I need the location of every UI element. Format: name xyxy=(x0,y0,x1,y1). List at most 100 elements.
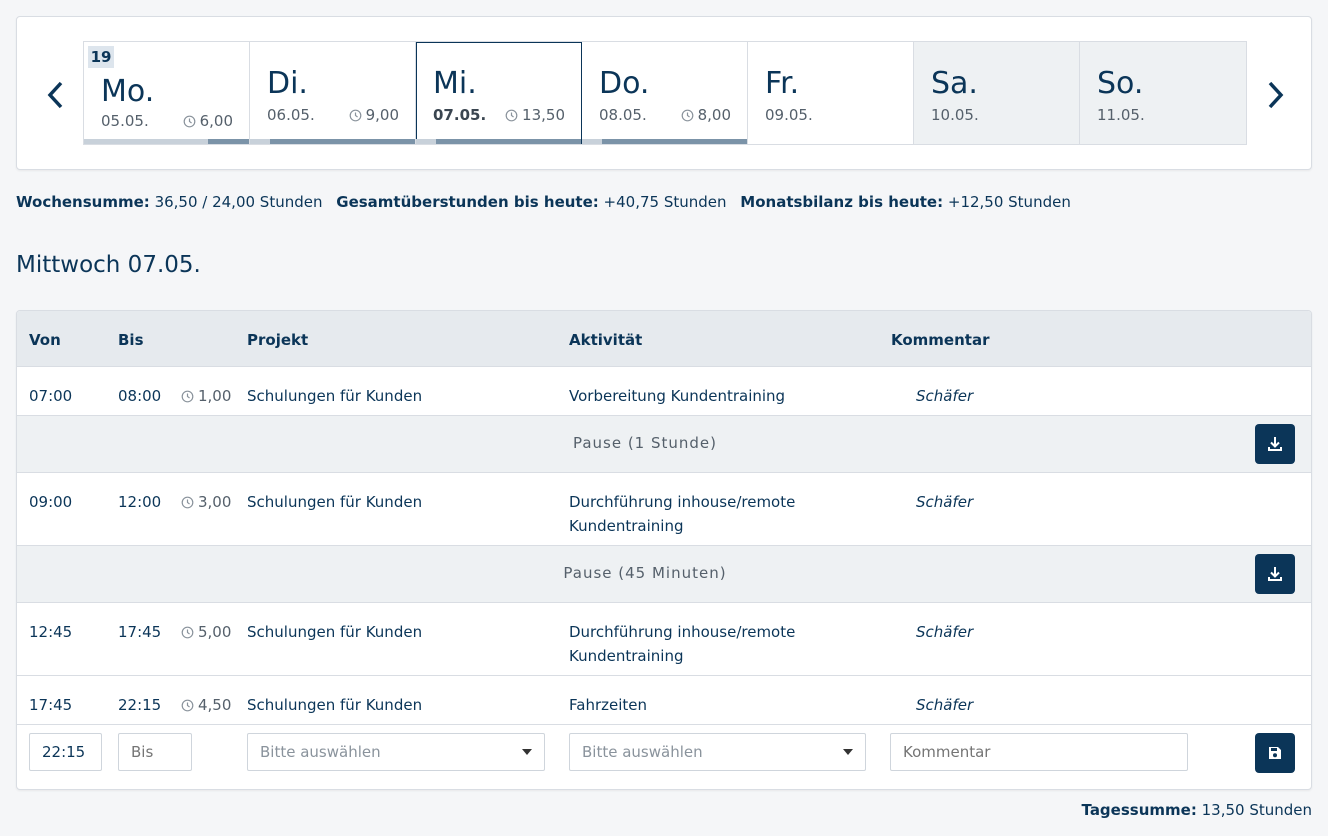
table-header: Von Bis Projekt Aktivität Kommentar xyxy=(17,311,1311,367)
day-total: Tagessumme: 13,50 Stunden xyxy=(1082,801,1312,819)
next-week-button[interactable] xyxy=(1260,75,1290,115)
month-balance: Monatsbilanz bis heute: +12,50 Stunden xyxy=(740,193,1071,211)
column-header-project: Projekt xyxy=(247,331,309,349)
day-progress-fill xyxy=(435,139,581,144)
day-hours-value: 9,00 xyxy=(365,106,399,124)
entry-to: 22:15 xyxy=(118,696,162,714)
entry-project: Schulungen für Kunden xyxy=(247,493,423,511)
day-tile-thursday[interactable]: Do. 08.05. 8,00 xyxy=(582,42,748,144)
day-tile-monday[interactable]: 19 Mo. 05.05. 6,00 xyxy=(84,42,250,144)
calendar-week-badge: 19 xyxy=(88,46,114,68)
week-sum-label: Wochensumme: xyxy=(16,193,150,211)
table-row[interactable]: 12:45 17:45 5,00 Schulungen für Kunden D… xyxy=(17,603,1311,676)
table-row[interactable]: 09:00 12:00 3,00 Schulungen für Kunden D… xyxy=(17,473,1311,546)
table-row[interactable]: 07:00 08:00 1,00 Schulungen für Kunden V… xyxy=(17,367,1311,416)
to-time-input[interactable] xyxy=(118,733,192,771)
column-header-from: Von xyxy=(29,331,61,349)
column-header-activity: Aktivität xyxy=(569,331,643,349)
entry-activity: Vorbereitung Kundentraining xyxy=(569,387,786,405)
entry-duration: 5,00 xyxy=(181,620,231,644)
day-date: 08.05. xyxy=(599,106,647,124)
day-hours-value: 13,50 xyxy=(522,106,565,124)
clock-icon xyxy=(183,115,195,127)
clock-icon xyxy=(181,390,194,402)
day-hours: 6,00 xyxy=(183,112,233,130)
day-name: Mi. xyxy=(433,66,477,101)
activity-select-placeholder: Bitte auswählen xyxy=(582,743,703,761)
download-icon xyxy=(1268,437,1282,451)
day-tile-friday[interactable]: Fr. 09.05. xyxy=(748,42,914,144)
overtime-label: Gesamtüberstunden bis heute: xyxy=(336,193,599,211)
day-strip: 19 Mo. 05.05. 6,00 Di. 06.05. 9,00 Mi. 0… xyxy=(83,41,1247,145)
month-balance-value: +12,50 Stunden xyxy=(947,193,1071,211)
clock-icon xyxy=(181,699,194,711)
day-name: So. xyxy=(1097,66,1144,101)
new-entry-row: Bitte auswählen Bitte auswählen xyxy=(17,725,1311,789)
entry-duration-value: 5,00 xyxy=(198,623,232,641)
day-tile-saturday[interactable]: Sa. 10.05. xyxy=(914,42,1080,144)
day-progress-fill xyxy=(601,139,747,144)
entry-project: Schulungen für Kunden xyxy=(247,387,423,405)
entry-comment: Schäfer xyxy=(916,696,974,714)
activity-select[interactable]: Bitte auswählen xyxy=(569,733,866,771)
day-progress-bar xyxy=(416,139,581,144)
day-name: Fr. xyxy=(765,66,800,101)
day-tile-tuesday[interactable]: Di. 06.05. 9,00 xyxy=(250,42,416,144)
page-title: Mittwoch 07.05. xyxy=(16,252,201,278)
day-total-label: Tagessumme: xyxy=(1081,801,1197,819)
day-hours-value: 6,00 xyxy=(199,112,233,130)
day-hours: 9,00 xyxy=(349,106,399,124)
entry-to: 08:00 xyxy=(118,387,162,405)
entry-to: 12:00 xyxy=(118,493,162,511)
day-tile-wednesday[interactable]: Mi. 07.05. 13,50 xyxy=(416,42,582,144)
entry-duration-value: 4,50 xyxy=(198,696,232,714)
insert-pause-button[interactable] xyxy=(1255,424,1295,464)
download-icon xyxy=(1268,567,1282,581)
pause-row: Pause (45 Minuten) xyxy=(17,546,1311,603)
entry-from: 12:45 xyxy=(29,623,73,641)
entry-activity: Durchführung inhouse/remote Kundentraini… xyxy=(569,623,796,665)
day-name: Di. xyxy=(267,66,308,101)
pause-label: Pause (45 Minuten) xyxy=(563,564,727,582)
clock-icon xyxy=(181,496,194,508)
day-date: 09.05. xyxy=(765,106,813,124)
from-time-input[interactable] xyxy=(29,733,102,771)
day-progress-fill xyxy=(269,139,415,144)
comment-input[interactable] xyxy=(890,733,1188,771)
overtime-value: +40,75 Stunden xyxy=(603,193,727,211)
day-date: 05.05. xyxy=(101,112,149,130)
day-date: 10.05. xyxy=(931,106,979,124)
entry-project: Schulungen für Kunden xyxy=(247,623,423,641)
project-select-placeholder: Bitte auswählen xyxy=(260,743,381,761)
entry-duration: 4,50 xyxy=(181,693,231,717)
day-name: Do. xyxy=(599,66,650,101)
insert-pause-button[interactable] xyxy=(1255,554,1295,594)
chevron-right-icon xyxy=(1268,81,1284,109)
entry-from: 09:00 xyxy=(29,493,73,511)
entry-comment: Schäfer xyxy=(916,623,974,641)
entry-from: 17:45 xyxy=(29,696,73,714)
table-row[interactable]: 17:45 22:15 4,50 Schulungen für Kunden F… xyxy=(17,676,1311,725)
entry-activity: Fahrzeiten xyxy=(569,696,648,714)
day-progress-fill xyxy=(207,139,249,144)
month-balance-label: Monatsbilanz bis heute: xyxy=(740,193,944,211)
day-name: Sa. xyxy=(931,66,978,101)
previous-week-button[interactable] xyxy=(41,75,71,115)
clock-icon xyxy=(505,109,518,121)
day-progress-bar xyxy=(84,139,249,144)
entry-to: 17:45 xyxy=(118,623,162,641)
save-entry-button[interactable] xyxy=(1255,733,1295,773)
day-tile-sunday[interactable]: So. 11.05. xyxy=(1080,42,1246,144)
time-entries-table: Von Bis Projekt Aktivität Kommentar 07:0… xyxy=(16,310,1312,790)
caret-down-icon xyxy=(522,749,532,755)
day-hours: 13,50 xyxy=(505,106,565,124)
entry-activity: Durchführung inhouse/remote Kundentraini… xyxy=(569,493,796,535)
day-date: 11.05. xyxy=(1097,106,1145,124)
entry-comment: Schäfer xyxy=(916,493,974,511)
overtime-sum: Gesamtüberstunden bis heute: +40,75 Stun… xyxy=(336,193,726,211)
save-icon xyxy=(1269,747,1281,759)
entry-duration: 3,00 xyxy=(181,490,231,514)
week-sum-value: 36,50 / 24,00 Stunden xyxy=(154,193,323,211)
entry-duration-value: 1,00 xyxy=(198,387,232,405)
project-select[interactable]: Bitte auswählen xyxy=(247,733,545,771)
